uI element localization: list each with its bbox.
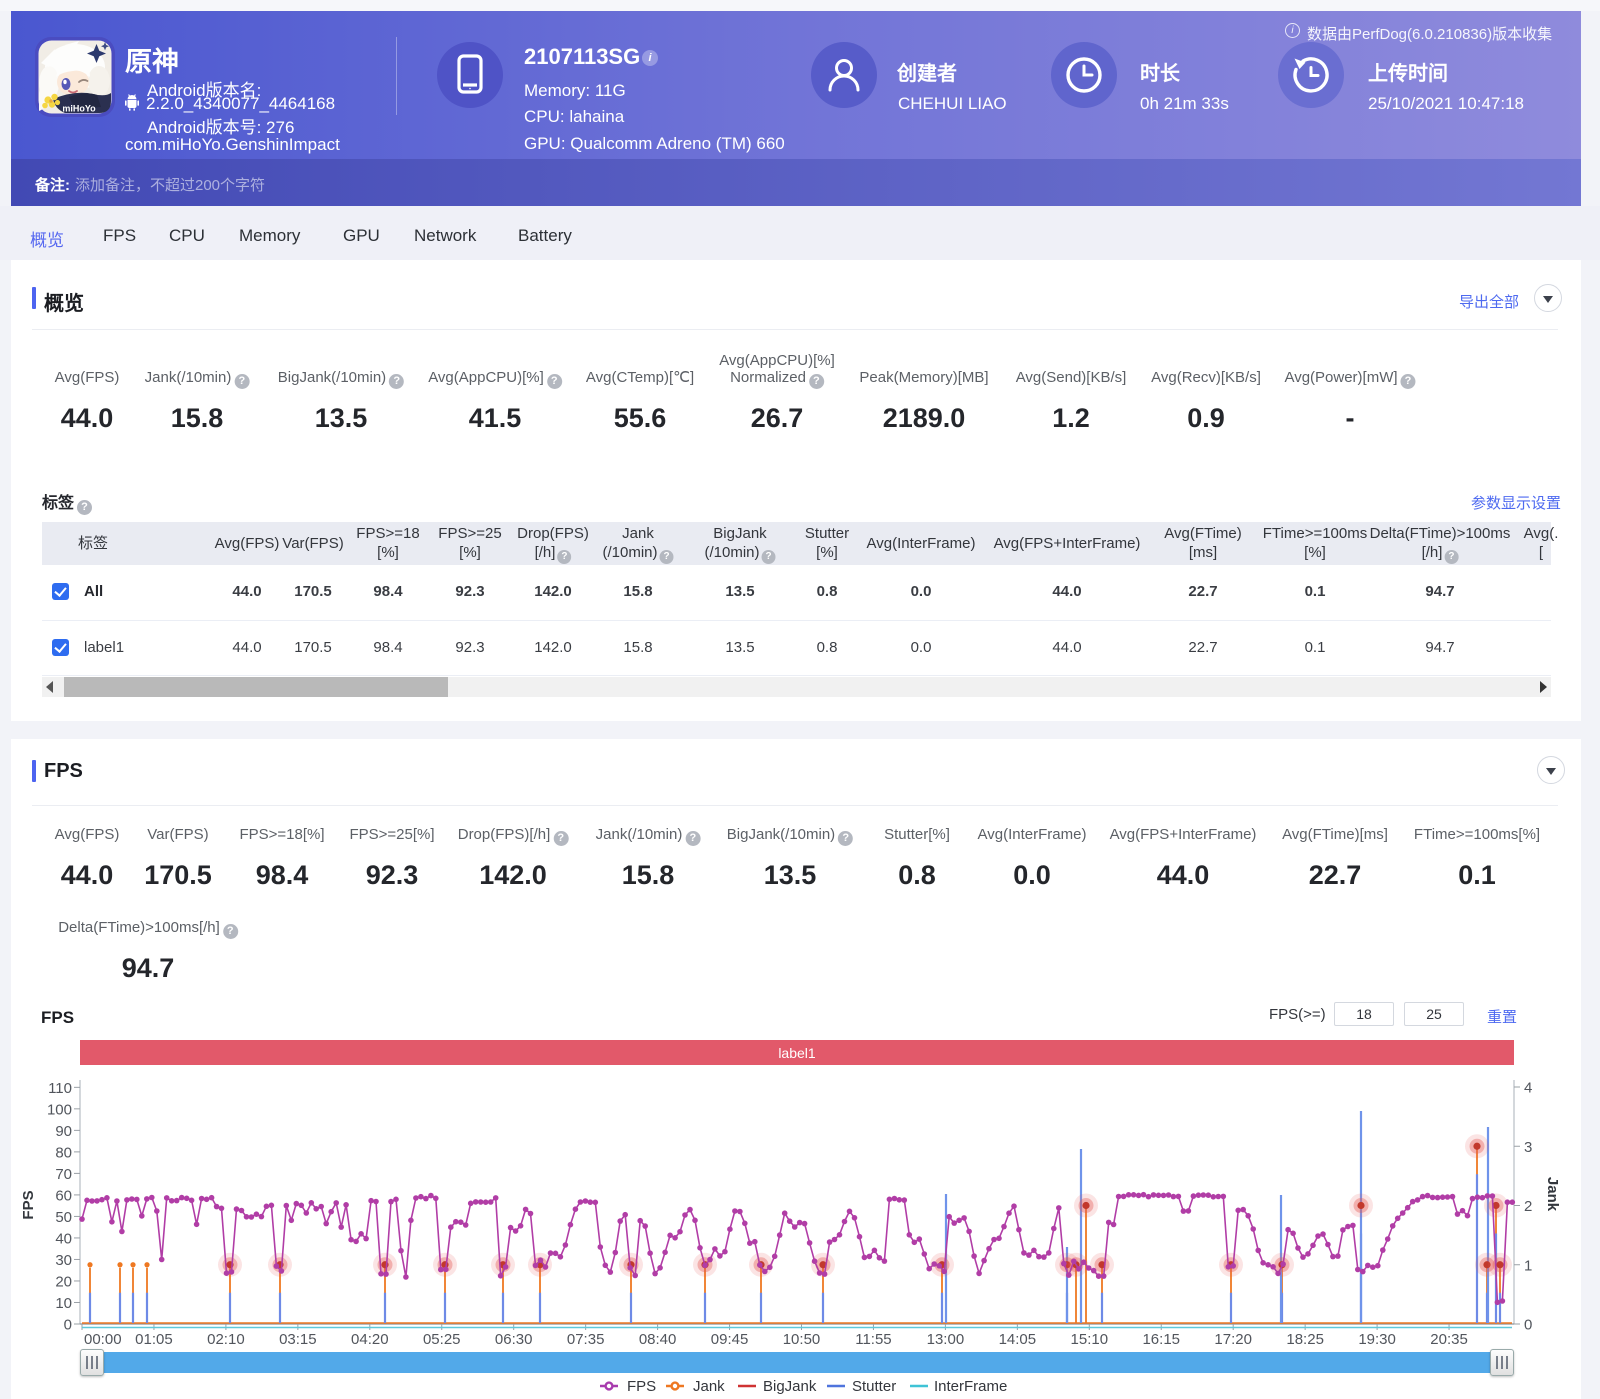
svg-text:FPS: FPS bbox=[20, 1190, 37, 1219]
svg-text:60: 60 bbox=[55, 1187, 72, 1204]
svg-text:2: 2 bbox=[1524, 1198, 1532, 1215]
svg-text:label1: label1 bbox=[778, 1045, 816, 1061]
svg-text:0: 0 bbox=[1524, 1317, 1532, 1334]
svg-text:80: 80 bbox=[55, 1144, 72, 1161]
svg-text:20:35: 20:35 bbox=[1430, 1331, 1468, 1348]
svg-text:70: 70 bbox=[55, 1166, 72, 1183]
svg-text:01:05: 01:05 bbox=[135, 1331, 173, 1348]
svg-text:07:35: 07:35 bbox=[567, 1331, 605, 1348]
svg-text:18:25: 18:25 bbox=[1286, 1331, 1324, 1348]
svg-text:Jank: Jank bbox=[693, 1378, 725, 1395]
svg-text:50: 50 bbox=[55, 1209, 72, 1226]
svg-text:3: 3 bbox=[1524, 1139, 1532, 1156]
svg-text:05:25: 05:25 bbox=[423, 1331, 461, 1348]
svg-text:110: 110 bbox=[48, 1080, 72, 1097]
svg-text:90: 90 bbox=[55, 1123, 72, 1140]
svg-text:Stutter: Stutter bbox=[852, 1378, 896, 1395]
svg-text:04:20: 04:20 bbox=[351, 1331, 389, 1348]
svg-text:16:15: 16:15 bbox=[1142, 1331, 1180, 1348]
svg-text:InterFrame: InterFrame bbox=[934, 1378, 1007, 1395]
svg-text:08:40: 08:40 bbox=[639, 1331, 677, 1348]
svg-text:14:05: 14:05 bbox=[999, 1331, 1037, 1348]
svg-text:FPS: FPS bbox=[627, 1378, 656, 1395]
svg-text:4: 4 bbox=[1524, 1080, 1532, 1097]
svg-text:100: 100 bbox=[47, 1101, 72, 1118]
svg-text:10: 10 bbox=[55, 1295, 72, 1312]
svg-text:03:15: 03:15 bbox=[279, 1331, 317, 1348]
svg-text:Jank: Jank bbox=[1544, 1177, 1561, 1212]
svg-text:20: 20 bbox=[55, 1273, 72, 1290]
svg-text:1: 1 bbox=[1524, 1257, 1532, 1274]
svg-text:11:55: 11:55 bbox=[855, 1331, 891, 1348]
svg-text:13:00: 13:00 bbox=[927, 1331, 965, 1348]
svg-text:0: 0 bbox=[64, 1317, 72, 1334]
svg-text:30: 30 bbox=[55, 1252, 72, 1269]
svg-text:40: 40 bbox=[55, 1230, 72, 1247]
svg-text:02:10: 02:10 bbox=[207, 1331, 245, 1348]
svg-text:15:10: 15:10 bbox=[1071, 1331, 1109, 1348]
svg-text:17:20: 17:20 bbox=[1214, 1331, 1252, 1348]
svg-text:09:45: 09:45 bbox=[711, 1331, 749, 1348]
svg-text:00:00: 00:00 bbox=[84, 1331, 122, 1348]
svg-text:10:50: 10:50 bbox=[783, 1331, 821, 1348]
svg-text:06:30: 06:30 bbox=[495, 1331, 533, 1348]
svg-text:19:30: 19:30 bbox=[1358, 1331, 1396, 1348]
svg-text:BigJank: BigJank bbox=[763, 1378, 817, 1395]
